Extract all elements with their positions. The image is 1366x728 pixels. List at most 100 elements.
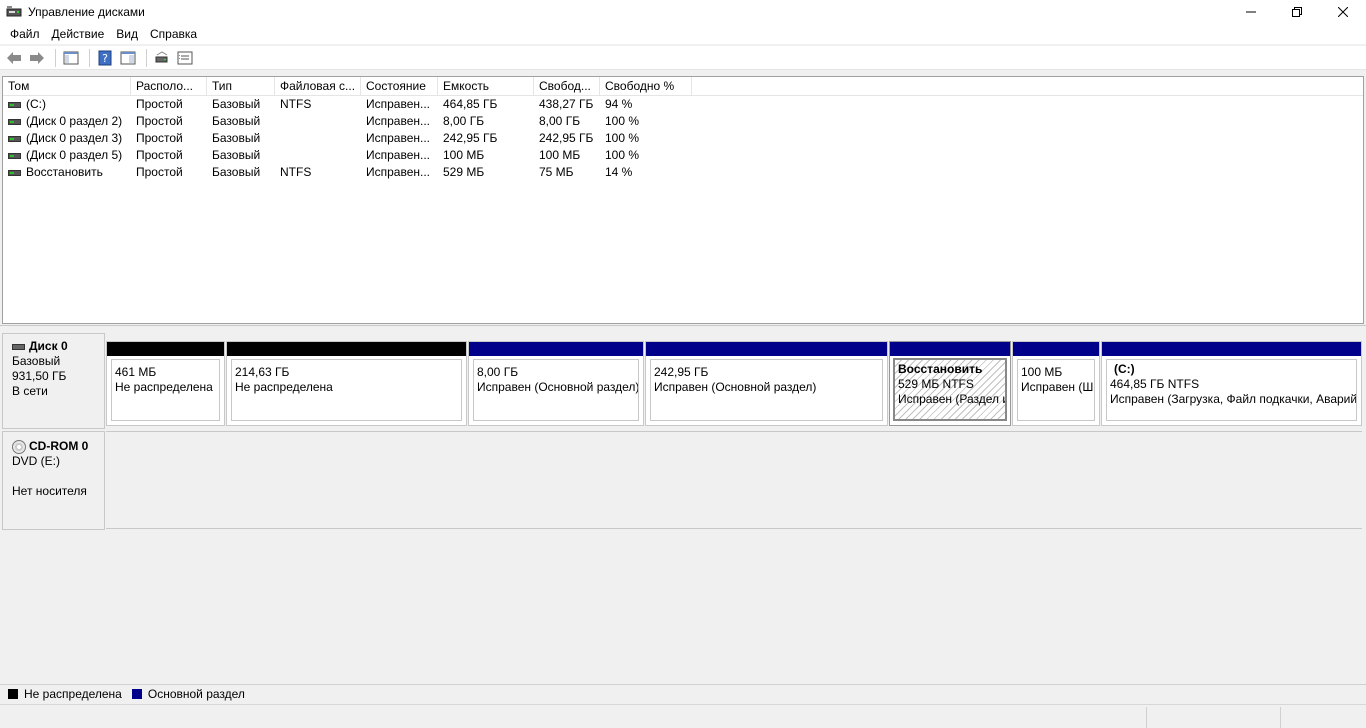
table-row[interactable]: (C:) Простой Базовый NTFS Исправен... 46… — [3, 96, 1363, 113]
volume-icon — [8, 101, 21, 108]
volume-name: (Диск 0 раздел 3) — [26, 131, 123, 145]
show-hide-console-tree-icon — [63, 51, 79, 64]
close-button[interactable] — [1320, 0, 1366, 24]
partition-recovery[interactable]: Восстановить 529 МБ NTFS Исправен (Разде… — [889, 341, 1011, 426]
window-controls — [1228, 0, 1366, 24]
partition-c-drive[interactable]: (C:) 464,85 ГБ NTFS Исправен (Загрузка, … — [1101, 341, 1362, 426]
free-space-cell: 242,95 ГБ — [539, 131, 594, 145]
forward-button[interactable] — [27, 48, 47, 68]
menu-help[interactable]: Справка — [144, 27, 203, 41]
action-pane-button[interactable] — [118, 48, 138, 68]
back-button[interactable] — [4, 48, 24, 68]
title-bar: Управление дисками — [0, 0, 1366, 24]
partition-disk0-part3[interactable]: 242,95 ГБ Исправен (Основной раздел) — [645, 341, 888, 426]
menu-view[interactable]: Вид — [110, 27, 144, 41]
partition-color-bar — [1013, 342, 1099, 356]
cdrom-0-label[interactable]: CD-ROM 0 DVD (E:) Нет носителя — [2, 431, 105, 530]
column-header-layout[interactable]: Располо... — [131, 77, 207, 96]
volume-cell: (C:) — [3, 96, 131, 113]
status-pane — [1146, 707, 1280, 728]
rescan-button[interactable] — [152, 48, 172, 68]
type-cell: Базовый — [212, 165, 261, 179]
rescan-icon — [155, 50, 168, 62]
table-row[interactable]: (Диск 0 раздел 3) Простой Базовый Исправ… — [3, 130, 1363, 147]
properties-button[interactable] — [175, 48, 195, 68]
menu-bar: Файл Действие Вид Справка — [0, 24, 1366, 44]
toolbar: ? — [0, 46, 1366, 70]
filesystem-cell — [275, 113, 361, 130]
filesystem-cell: NTFS — [280, 97, 312, 111]
status-cell: Исправен... — [366, 97, 431, 111]
partition-size: 242,95 ГБ — [654, 365, 709, 379]
partition-size: 214,63 ГБ — [235, 365, 290, 379]
status-cell: Исправен... — [366, 148, 431, 162]
partition-unallocated-1[interactable]: 461 МБ Не распределена — [106, 341, 225, 426]
back-arrow-icon — [7, 51, 21, 64]
volume-name: Восстановить — [26, 165, 103, 179]
status-cell: Исправен... — [366, 165, 431, 179]
column-header-free-space[interactable]: Свобод... — [534, 77, 600, 96]
legend-swatch — [131, 688, 142, 699]
column-header-volume[interactable]: Том — [3, 77, 131, 96]
menu-file[interactable]: Файл — [4, 27, 46, 41]
properties-icon — [177, 51, 193, 64]
volume-cell: (Диск 0 раздел 3) — [3, 130, 131, 147]
show-hide-tree-button[interactable] — [61, 48, 81, 68]
cdrom-0-media-area — [106, 431, 1362, 529]
action-pane-icon — [120, 51, 136, 64]
layout-cell: Простой — [136, 148, 183, 162]
column-header-percent-free[interactable]: Свободно % — [600, 77, 692, 96]
free-space-cell: 438,27 ГБ — [539, 97, 594, 111]
partition-status: Не распределена — [235, 380, 333, 394]
volume-cell: (Диск 0 раздел 2) — [3, 113, 131, 130]
disk-0-name-line: Диск 0 — [12, 339, 104, 354]
volume-name: (Диск 0 раздел 5) — [26, 148, 123, 162]
percent-free-cell: 94 % — [605, 97, 633, 111]
partition-size: 461 МБ — [115, 365, 157, 379]
layout-cell: Простой — [136, 97, 183, 111]
partition-name: Восстановить — [898, 362, 983, 376]
restore-button[interactable] — [1274, 0, 1320, 24]
partition-disk0-part5[interactable]: 100 МБ Исправен (Ш — [1012, 341, 1100, 426]
layout-cell: Простой — [136, 131, 183, 145]
capacity-cell: 529 МБ — [443, 165, 485, 179]
status-cell: Исправен... — [366, 114, 431, 128]
table-row[interactable]: (Диск 0 раздел 2) Простой Базовый Исправ… — [3, 113, 1363, 130]
cd-rom-icon — [12, 439, 26, 454]
free-space-cell: 100 МБ — [539, 148, 581, 162]
partition-size: 529 МБ NTFS — [898, 377, 974, 391]
status-cell: Исправен... — [366, 131, 431, 145]
column-header-status[interactable]: Состояние — [361, 77, 438, 96]
hard-disk-icon — [12, 343, 25, 350]
table-row[interactable]: (Диск 0 раздел 5) Простой Базовый Исправ… — [3, 147, 1363, 164]
toolbar-separator — [89, 48, 90, 67]
disk-0-label[interactable]: Диск 0 Базовый 931,50 ГБ В сети — [2, 333, 105, 429]
legend: Не распределена Основной раздел — [0, 684, 1366, 702]
column-header-capacity[interactable]: Емкость — [438, 77, 534, 96]
cdrom-0-name-line: CD-ROM 0 — [12, 439, 104, 454]
partition-unallocated-2[interactable]: 214,63 ГБ Не распределена — [226, 341, 467, 426]
disk-management-app-icon — [6, 4, 22, 20]
percent-free-cell: 100 % — [605, 131, 640, 145]
percent-free-cell: 100 % — [605, 148, 640, 162]
menu-action[interactable]: Действие — [46, 27, 111, 41]
disk-0-row: Диск 0 Базовый 931,50 ГБ В сети 461 МБ Н… — [0, 333, 1366, 429]
type-cell: Базовый — [212, 148, 261, 162]
column-header-filesystem[interactable]: Файловая с... — [275, 77, 361, 96]
minimize-button[interactable] — [1228, 0, 1274, 24]
partition-disk0-part2[interactable]: 8,00 ГБ Исправен (Основной раздел) — [468, 341, 644, 426]
svg-text:?: ? — [102, 52, 108, 65]
column-header-type[interactable]: Тип — [207, 77, 275, 96]
volume-cell: (Диск 0 раздел 5) — [3, 147, 131, 164]
toolbar-separator — [146, 48, 147, 67]
table-row[interactable]: Восстановить Простой Базовый NTFS Исправ… — [3, 164, 1363, 181]
help-button[interactable]: ? — [95, 48, 115, 68]
disk-0-type: Базовый — [12, 354, 61, 368]
volume-list[interactable]: Том Располо... Тип Файловая с... Состоян… — [2, 76, 1364, 324]
partition-color-bar — [469, 342, 643, 356]
volume-name: (Диск 0 раздел 2) — [26, 114, 123, 128]
capacity-cell: 100 МБ — [443, 148, 485, 162]
partition-color-bar — [227, 342, 466, 356]
legend-item-unallocated: Не распределена — [8, 687, 122, 701]
volume-icon — [8, 152, 21, 159]
